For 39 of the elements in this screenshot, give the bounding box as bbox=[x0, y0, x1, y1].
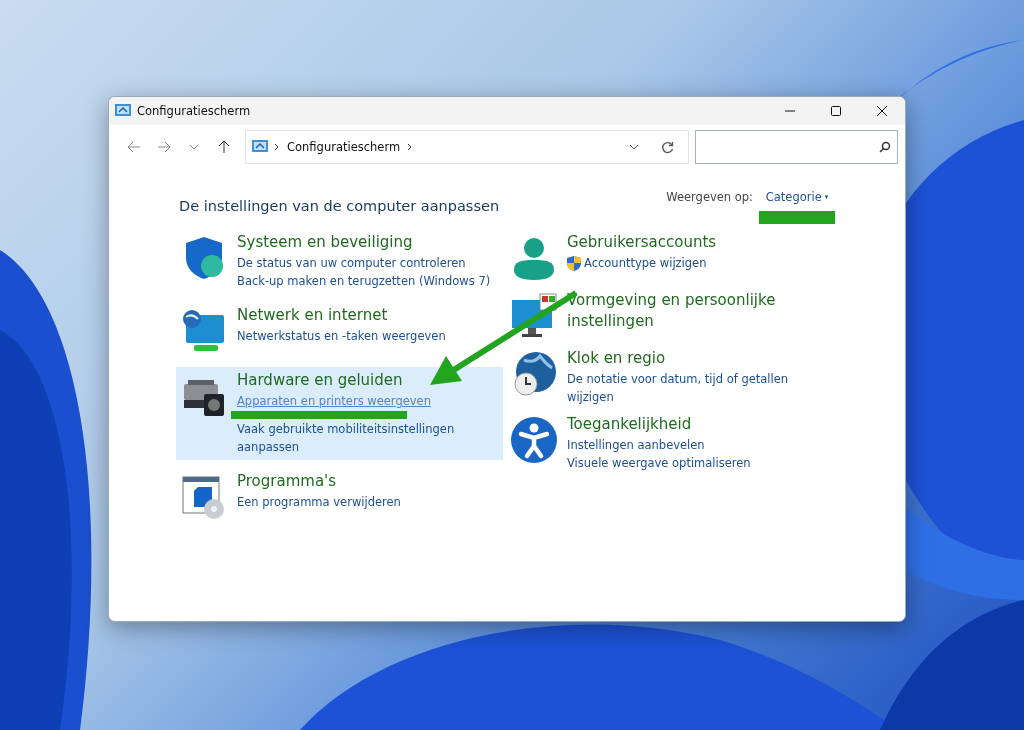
task-link[interactable]: Vaak gebruikte mobiliteitsinstellingen aanpassen bbox=[237, 420, 499, 456]
chevron-right-icon bbox=[274, 143, 280, 151]
control-panel-icon bbox=[252, 140, 268, 154]
search-field[interactable] bbox=[695, 130, 898, 164]
monitor-icon bbox=[510, 292, 558, 340]
category-title[interactable]: Programma's bbox=[237, 471, 401, 492]
up-arrow-icon bbox=[218, 140, 230, 154]
task-link[interactable]: Visuele weergave optimaliseren bbox=[567, 454, 751, 472]
task-link[interactable]: Instellingen aanbevelen bbox=[567, 436, 751, 454]
category-title[interactable]: Toegankelijkheid bbox=[567, 414, 751, 435]
category-title[interactable]: Vormgeving en persoonlijke instellingen bbox=[567, 290, 831, 332]
chevron-down-icon bbox=[189, 144, 199, 150]
category-title[interactable]: Netwerk en internet bbox=[237, 305, 446, 326]
category-title[interactable]: Hardware en geluiden bbox=[237, 370, 499, 391]
shield-icon bbox=[567, 255, 581, 271]
refresh-icon[interactable] bbox=[661, 140, 674, 154]
task-link[interactable]: Back-up maken en terugzetten (Windows 7) bbox=[237, 272, 491, 290]
breadcrumb-item[interactable]: Configuratiescherm bbox=[287, 140, 401, 154]
page-heading: De instellingen van de computer aanpassen bbox=[179, 198, 500, 214]
category-title[interactable]: Systeem en beveiliging bbox=[237, 232, 491, 253]
address-bar[interactable]: Configuratiescherm bbox=[245, 130, 689, 164]
category-title[interactable]: Klok en regio bbox=[567, 348, 831, 369]
accessibility-icon bbox=[510, 416, 558, 464]
forward-arrow-icon bbox=[157, 141, 171, 153]
search-icon bbox=[879, 141, 891, 153]
view-by-label: Weergeven op: bbox=[666, 188, 753, 205]
maximize-icon bbox=[830, 105, 842, 117]
task-link[interactable]: Accounttype wijzigen bbox=[584, 254, 707, 272]
category-title[interactable]: Gebruikersaccounts bbox=[567, 232, 717, 253]
task-link[interactable]: Netwerkstatus en -taken weergeven bbox=[237, 327, 446, 345]
task-link[interactable]: Een programma verwijderen bbox=[237, 493, 401, 511]
back-arrow-icon bbox=[127, 141, 141, 153]
chevron-right-icon bbox=[407, 143, 414, 151]
task-link[interactable]: De status van uw computer controleren bbox=[237, 254, 491, 272]
close-icon bbox=[876, 105, 888, 117]
chevron-down-icon bbox=[629, 144, 639, 150]
task-link[interactable]: De notatie voor datum, tijd of getallen wijzigen bbox=[567, 370, 831, 406]
window-title: Configuratiescherm bbox=[137, 104, 252, 118]
control-panel-icon bbox=[115, 104, 131, 118]
